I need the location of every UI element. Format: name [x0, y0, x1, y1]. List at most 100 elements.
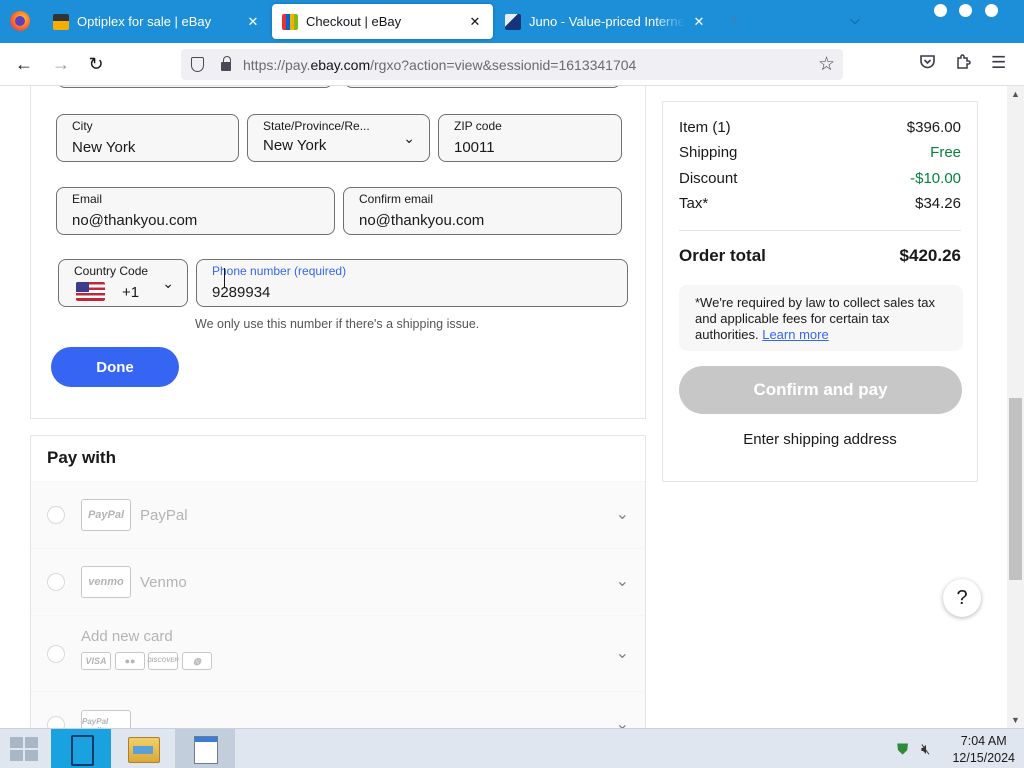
done-button[interactable]: Done	[51, 347, 179, 387]
radio-button[interactable]	[47, 506, 65, 524]
payment-option-paypal-credit[interactable]: PayPal credit ⌄	[31, 691, 645, 728]
state-label: State/Province/Re...	[263, 119, 370, 133]
shipping-label: Shipping	[679, 144, 738, 161]
network-status-icon[interactable]: ⛊	[897, 741, 908, 758]
state-select[interactable]: State/Province/Re... New York ⌄	[247, 114, 430, 162]
window-dot-icon[interactable]	[934, 4, 947, 17]
page-scrollbar[interactable]: ▲ ▼	[1007, 86, 1024, 728]
file-explorer-icon[interactable]	[113, 729, 173, 768]
juno-favicon-icon	[505, 13, 521, 30]
forward-button[interactable]: →	[49, 54, 73, 75]
city-field[interactable]: City New York	[56, 114, 239, 162]
radio-button[interactable]	[47, 716, 65, 728]
url-text[interactable]: https://pay.ebay.com/rgxo?action=view&se…	[243, 57, 636, 73]
taskbar: ⛊ 🔇︎ 7:04 AM 12/15/2024	[0, 728, 1024, 768]
app-menu-icon[interactable]: ☰	[991, 53, 1006, 73]
new-tab-button[interactable]: +	[728, 10, 740, 33]
chevron-down-icon[interactable]: ⌄	[616, 714, 629, 728]
list-all-tabs-button[interactable]: ⌵	[850, 12, 860, 28]
tab-title: Juno - Value-priced Internet Se	[529, 14, 685, 29]
window-dot-icon[interactable]	[985, 4, 998, 17]
payment-option-venmo[interactable]: venmo Venmo ⌄	[31, 548, 645, 615]
confirm-email-field[interactable]: Confirm email no@thankyou.com	[343, 187, 622, 235]
pay-with-card: Pay with PayPal PayPal ⌄ venmo Venmo ⌄ A…	[30, 435, 646, 728]
tablet-mode-app-icon[interactable]	[51, 729, 111, 768]
payment-option-new-card[interactable]: Add new card VISA ●● DISCOVER ◍ ⌄	[31, 615, 645, 691]
payment-option-paypal[interactable]: PayPal PayPal ⌄	[31, 481, 645, 548]
diners-logo-icon: ◍	[182, 652, 212, 670]
close-tab-icon[interactable]: ✕	[691, 14, 707, 30]
zip-field[interactable]: ZIP code 10011	[438, 114, 622, 162]
tab-checkout[interactable]: Checkout | eBay ✕	[272, 4, 493, 39]
phone-value[interactable]: 9289934	[212, 284, 270, 301]
confirm-email-value[interactable]: no@thankyou.com	[359, 212, 484, 229]
country-code-label: Country Code	[74, 264, 149, 278]
street2-field-partial[interactable]	[344, 86, 621, 88]
back-button[interactable]: ←	[12, 54, 36, 75]
extensions-puzzle-icon[interactable]	[955, 53, 972, 75]
chevron-down-icon[interactable]: ⌄	[616, 643, 629, 663]
summary-divider	[679, 230, 961, 231]
pay-with-title: Pay with	[47, 448, 116, 467]
order-summary-card: Item (1) $396.00 Shipping Free Discount …	[662, 101, 978, 482]
state-value[interactable]: New York	[263, 137, 326, 154]
tax-label: Tax*	[679, 195, 709, 212]
discount-label: Discount	[679, 170, 738, 187]
item-line: Item (1) $396.00	[679, 119, 961, 136]
close-tab-icon[interactable]: ✕	[467, 14, 483, 30]
city-value[interactable]: New York	[72, 139, 135, 156]
help-button[interactable]: ?	[943, 579, 981, 617]
text-cursor-icon	[224, 268, 226, 288]
street-field-partial[interactable]	[57, 86, 333, 88]
tab-optiplex[interactable]: Optiplex for sale | eBay ✕	[43, 4, 271, 39]
bookmark-star-icon[interactable]: ☆	[818, 53, 835, 76]
chevron-down-icon[interactable]: ⌄	[616, 504, 629, 524]
tracking-protection-shield-icon[interactable]	[191, 57, 204, 72]
window-dot-icon[interactable]	[959, 4, 972, 17]
close-tab-icon[interactable]: ✕	[245, 14, 261, 30]
clock-time: 7:04 AM	[960, 734, 1007, 748]
system-clock[interactable]: 7:04 AM 12/15/2024	[952, 733, 1015, 767]
paypal-credit-logo-icon: PayPal credit	[81, 710, 131, 728]
phone-helper-text: We only use this number if there's a shi…	[195, 317, 480, 331]
scrollbar-thumb[interactable]	[1009, 398, 1022, 580]
tab-strip: Optiplex for sale | eBay ✕ Checkout | eB…	[0, 0, 1024, 43]
windows-start-icon[interactable]	[10, 737, 40, 762]
discount-line: Discount -$10.00	[679, 170, 961, 187]
pocket-icon[interactable]	[919, 53, 936, 75]
lock-icon[interactable]	[221, 56, 231, 71]
navigation-toolbar: ← → ↻ https://pay.ebay.com/rgxo?action=v…	[0, 43, 1024, 86]
radio-button[interactable]	[47, 645, 65, 663]
email-field[interactable]: Email no@thankyou.com	[56, 187, 335, 235]
paypal-logo-icon: PayPal	[81, 499, 131, 531]
tab-title: Optiplex for sale | eBay	[77, 14, 212, 29]
clock-date: 12/15/2024	[952, 751, 1015, 765]
scroll-down-arrow-icon[interactable]: ▼	[1011, 715, 1020, 725]
page-content: City New York State/Province/Re... New Y…	[0, 86, 1024, 728]
phone-field[interactable]: Phone number (required) 9289934	[196, 259, 628, 307]
scroll-up-arrow-icon[interactable]: ▲	[1011, 89, 1020, 99]
ebay-favicon-icon	[53, 13, 69, 30]
order-total-amount: $420.26	[899, 246, 961, 265]
add-new-card-label: Add new card	[81, 628, 173, 645]
zip-value[interactable]: 10011	[454, 139, 495, 156]
tax-line: Tax* $34.26	[679, 195, 961, 212]
mastercard-logo-icon: ●●	[115, 652, 145, 670]
country-code-select[interactable]: Country Code +1 ⌄	[58, 259, 188, 307]
chevron-down-icon[interactable]: ⌄	[616, 571, 629, 591]
order-total-line: Order total $420.26	[679, 246, 961, 266]
confirm-and-pay-button[interactable]: Confirm and pay	[679, 366, 962, 414]
wordpad-app-icon[interactable]	[175, 729, 235, 768]
address-bar[interactable]: https://pay.ebay.com/rgxo?action=view&se…	[181, 49, 843, 80]
item-amount: $396.00	[906, 119, 961, 136]
radio-button[interactable]	[47, 573, 65, 591]
speaker-muted-icon[interactable]: 🔇︎	[921, 741, 930, 758]
discount-amount: -$10.00	[910, 170, 961, 187]
learn-more-link[interactable]: Learn more	[762, 327, 828, 342]
reload-button[interactable]: ↻	[84, 54, 108, 75]
venmo-label: Venmo	[140, 574, 187, 591]
tax-amount: $34.26	[915, 195, 961, 212]
tab-juno[interactable]: Juno - Value-priced Internet Se ✕	[495, 4, 717, 39]
email-value[interactable]: no@thankyou.com	[72, 212, 197, 229]
chevron-down-icon: ⌄	[403, 130, 415, 146]
